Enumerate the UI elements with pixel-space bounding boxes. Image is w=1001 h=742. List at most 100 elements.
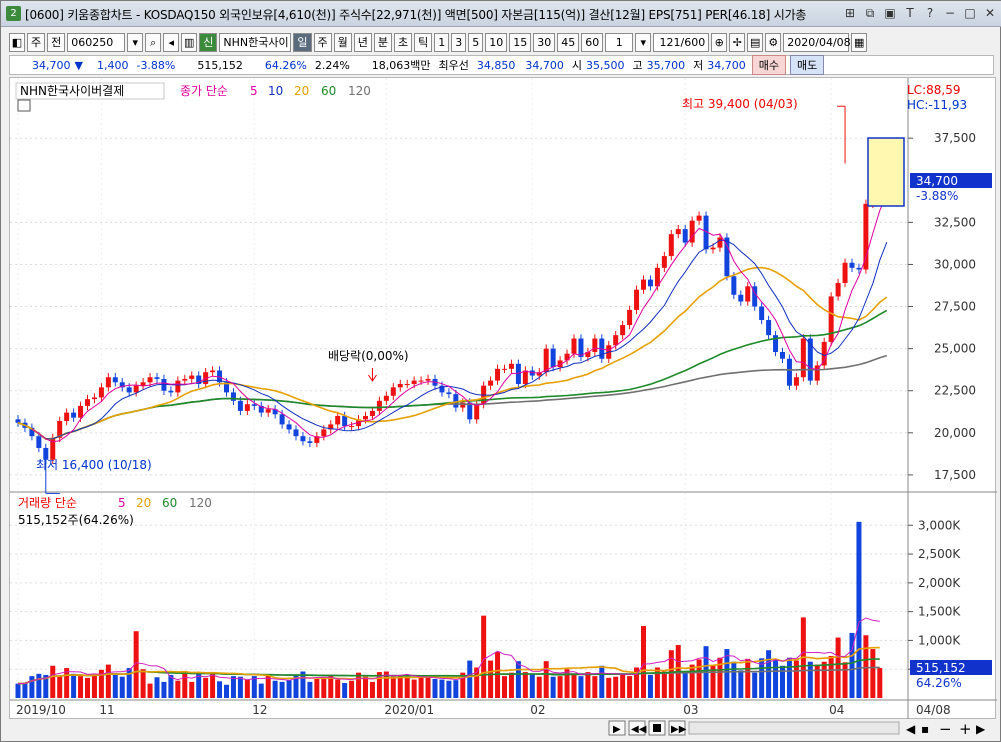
close-icon[interactable]: ✕: [982, 5, 998, 21]
layout-icon[interactable]: ◧: [9, 32, 25, 52]
save-icon[interactable]: ▤: [747, 32, 764, 52]
volume-bar: [668, 650, 674, 698]
volume-bar: [425, 677, 431, 698]
price-tick-label: 27,500: [934, 300, 976, 314]
volume-bar: [15, 683, 21, 698]
ma20-legend: 20: [294, 84, 309, 98]
interval-input[interactable]: 1: [605, 32, 634, 52]
price-tick-label: 25,000: [934, 342, 976, 356]
volume-bar: [418, 676, 424, 698]
stop-icon[interactable]: [653, 724, 661, 732]
forecast-box: [867, 137, 905, 207]
interval-5[interactable]: 5: [468, 32, 484, 52]
period-minute[interactable]: 분: [373, 32, 392, 52]
volume-bar: [773, 658, 779, 698]
candle-body: [85, 399, 90, 406]
trade-amount: 18,063백만: [371, 59, 431, 72]
candle-body: [168, 390, 174, 393]
forward-icon[interactable]: ▶▶: [671, 724, 687, 735]
volume-bar: [224, 684, 229, 698]
period-month[interactable]: 월: [333, 32, 352, 52]
candle-body: [731, 276, 737, 295]
period-year[interactable]: 년: [353, 32, 372, 52]
buy-button[interactable]: 매수: [751, 55, 787, 75]
current-pct-text: -3.88%: [916, 189, 958, 203]
period-tick[interactable]: 틱: [414, 32, 433, 52]
candle-body: [793, 377, 799, 386]
play-icon[interactable]: ▶: [613, 724, 621, 735]
code-dropdown-icon[interactable]: ▾: [127, 32, 144, 52]
volume-bar: [522, 672, 528, 698]
candle-body: [661, 256, 667, 268]
volume-bar: [543, 661, 549, 698]
interval-30[interactable]: 30: [533, 32, 556, 52]
chart-svg[interactable]: 17,500 20,000 22,500 25,000 27,500 30,000 32,5…: [10, 78, 997, 720]
volume-tick-label: 3,000K: [918, 518, 961, 532]
help-icon[interactable]: ?: [922, 5, 938, 21]
zoom-in-icon[interactable]: ⊕: [711, 32, 728, 52]
zoom-in-icon[interactable]: +: [959, 720, 972, 738]
scroll-bar[interactable]: ▶ ◀◀ ▶▶ ◀ ▪ − + ▶: [9, 719, 996, 739]
interval-1[interactable]: 1: [434, 32, 450, 52]
market-select[interactable]: 주: [27, 32, 46, 52]
volume-bar: [508, 672, 514, 698]
table-icon[interactable]: [17, 99, 31, 112]
ma60-legend: 60: [321, 84, 336, 98]
zoom-left-icon[interactable]: ◀: [906, 722, 916, 736]
period-day[interactable]: 일: [293, 32, 312, 52]
restore-icon[interactable]: ⧉: [862, 5, 878, 21]
interval-3[interactable]: 3: [451, 32, 467, 52]
sell-button[interactable]: 매도: [790, 55, 825, 75]
current-volume-tag-text: 515,152: [916, 661, 966, 675]
rewind-icon[interactable]: ◀◀: [631, 724, 647, 735]
price-tick-label: 30,000: [934, 257, 976, 271]
volume-bar: [502, 676, 507, 698]
period-second[interactable]: 초: [394, 32, 413, 52]
volume-bar: [71, 673, 77, 698]
candle-body: [592, 338, 598, 352]
count-input[interactable]: 121/600: [653, 32, 710, 52]
settings-icon[interactable]: ⚙: [765, 32, 782, 52]
volume-bar: [446, 680, 452, 698]
stock-code-input[interactable]: 060250: [67, 32, 126, 52]
zoom-reset-icon[interactable]: ▪: [921, 722, 929, 736]
volume-bar: [258, 683, 264, 698]
candle-body: [675, 229, 681, 235]
interval-45[interactable]: 45: [557, 32, 580, 52]
volume-bar: [189, 681, 195, 698]
hc-label: HC:-11,93: [907, 98, 967, 112]
candle-body: [154, 377, 160, 379]
volume-bar: [342, 683, 348, 698]
pin-icon[interactable]: ▣: [882, 5, 898, 21]
chart-area[interactable]: 17,500 20,000 22,500 25,000 27,500 30,000 32,5…: [9, 77, 997, 720]
interval-dropdown-icon[interactable]: ▾: [635, 32, 652, 52]
date-tick-label: 04/08: [916, 703, 951, 717]
zoom-right-icon[interactable]: ▶: [976, 722, 986, 736]
maximize-icon[interactable]: □: [962, 5, 978, 21]
calendar-icon[interactable]: ▦: [851, 32, 868, 52]
volume-bar: [828, 655, 834, 698]
period-week[interactable]: 주: [313, 32, 332, 52]
volume-bar: [752, 672, 758, 698]
chart-window: 2 [0600] 키움종합차트 - KOSDAQ150 외국인보유[4,610(…: [0, 0, 1001, 742]
date-input[interactable]: 2020/04/08: [783, 32, 851, 52]
zoom-out-icon[interactable]: −: [939, 720, 952, 738]
prev-button[interactable]: 전: [47, 32, 66, 52]
sound-icon[interactable]: ◂: [163, 32, 180, 52]
volume-bar: [50, 665, 56, 698]
volume-bar: [481, 615, 487, 698]
search-icon[interactable]: ⌕: [145, 32, 162, 52]
chart-type-icon[interactable]: ▥: [181, 32, 198, 52]
link-icon[interactable]: ⊞: [842, 5, 858, 21]
crosshair-icon[interactable]: ✢: [729, 32, 746, 52]
interval-10[interactable]: 10: [485, 32, 508, 52]
volume-bar: [766, 650, 772, 698]
interval-60[interactable]: 60: [581, 32, 604, 52]
volume-current-text: 515,152주(64.26%): [18, 513, 134, 527]
price-tick-label: 32,500: [934, 215, 976, 229]
candle-body: [641, 279, 646, 290]
text-icon[interactable]: T: [902, 5, 918, 21]
interval-15[interactable]: 15: [509, 32, 532, 52]
scroll-track[interactable]: [688, 721, 900, 735]
minimize-icon[interactable]: −: [942, 5, 958, 21]
